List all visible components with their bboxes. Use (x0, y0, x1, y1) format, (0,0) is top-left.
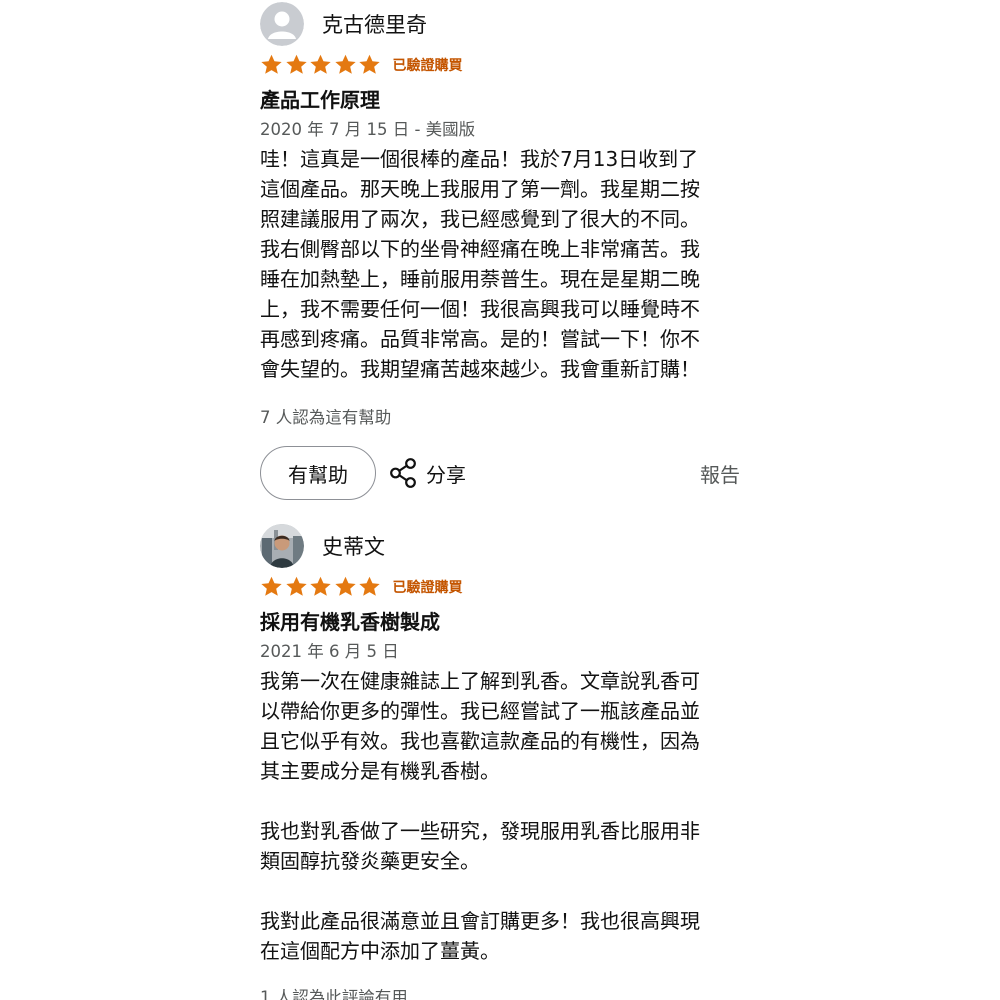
review-body-line: 類固醇抗發炎藥更安全。 (260, 849, 480, 873)
star-icon (285, 576, 307, 596)
rating-row: 已驗證購買 (260, 574, 760, 600)
verified-purchase-badge: 已驗證購買 (392, 580, 463, 596)
user-photo-avatar (260, 524, 304, 568)
review-body-line: 以帶給你更多的彈性。我已經嘗試了一瓶該產品並 (260, 699, 700, 723)
share-icon (390, 458, 416, 488)
review-body-line: 這個產品。那天晚上我服用了第一劑。我星期二按 (260, 177, 700, 201)
reviews-page: 克古德里奇 已驗證購買 產品工作原理 2020 年 7 月 15 日 - 美國版… (0, 0, 1000, 1000)
star-icon (261, 576, 282, 596)
report-link[interactable]: 報告 (700, 459, 740, 488)
star-icon (310, 54, 331, 74)
review-body-line: 且它似乎有效。我也喜歡這款產品的有機性，因為 (260, 729, 700, 753)
star-icon (261, 54, 282, 74)
share-label: 分享 (426, 462, 466, 487)
reviewer-header: 史蒂文 (260, 522, 760, 570)
review-body-line: 睡在加熱墊上，睡前服用萘普生。現在是星期二晚 (260, 267, 700, 291)
review-date: 2020 年 7 月 15 日 - 美國版 (260, 120, 476, 139)
review-body-line: 在這個配方中添加了薑黃。 (260, 939, 500, 963)
reviewer-header: 克古德里奇 (260, 0, 760, 48)
helpful-count: 7 人認為這有幫助 (260, 408, 392, 427)
review-body-line: 我對此產品很滿意並且會訂購更多！我也很高興現 (260, 909, 700, 933)
review-card: 史蒂文 已驗證購買 採用有機乳香樹製成 2021 年 6 月 5 日 我第一次在… (260, 522, 760, 1000)
review-actions: 有幫助 分享 報告 (260, 444, 760, 502)
review-title: 採用有機乳香樹製成 (260, 610, 440, 634)
helpful-count: 1 人認為此評論有用 (260, 988, 408, 1000)
star-rating[interactable] (260, 576, 383, 598)
helpful-button[interactable]: 有幫助 (260, 446, 376, 500)
rating-row: 已驗證購買 (260, 52, 760, 78)
share-button[interactable]: 分享 (388, 457, 466, 489)
review-title: 產品工作原理 (260, 88, 380, 112)
review-body-line: 我右側臀部以下的坐骨神經痛在晚上非常痛苦。我 (260, 237, 700, 261)
reviewer-name[interactable]: 史蒂文 (322, 531, 385, 561)
star-rating[interactable] (260, 54, 383, 76)
verified-purchase-badge: 已驗證購買 (392, 58, 463, 74)
star-icon (359, 576, 380, 596)
review-body: 我第一次在健康雜誌上了解到乳香。文章說乳香可 以帶給你更多的彈性。我已經嘗試了一… (260, 666, 760, 966)
review-body-line: 會失望的。我期望痛苦越來越少。我會重新訂購！ (260, 357, 700, 381)
star-icon (285, 54, 307, 74)
star-icon (310, 576, 331, 596)
review-body-line: 其主要成分是有機乳香樹。 (260, 759, 500, 783)
review-body-line: 上，我不需要任何一個！我很高興我可以睡覺時不 (260, 297, 700, 321)
star-icon (334, 576, 356, 596)
review-body-line: 照建議服用了兩次，我已經感覺到了很大的不同。 (260, 207, 700, 231)
review-body-line: 我也對乳香做了一些研究，發現服用乳香比服用非 (260, 819, 700, 843)
review-body-line: 我第一次在健康雜誌上了解到乳香。文章說乳香可 (260, 669, 700, 693)
review-card: 克古德里奇 已驗證購買 產品工作原理 2020 年 7 月 15 日 - 美國版… (260, 0, 760, 502)
star-icon (359, 54, 380, 74)
review-date: 2021 年 6 月 5 日 (260, 642, 399, 661)
reviewer-name[interactable]: 克古德里奇 (322, 9, 427, 39)
star-icon (334, 54, 356, 74)
review-body: 哇！這真是一個很棒的產品！我於7月13日收到了 這個產品。那天晚上我服用了第一劑… (260, 144, 760, 384)
review-body-line: 哇！這真是一個很棒的產品！我於7月13日收到了 (260, 147, 699, 171)
default-avatar-icon (260, 2, 304, 46)
review-body-line: 再感到疼痛。品質非常高。是的！嘗試一下！你不 (260, 327, 700, 351)
